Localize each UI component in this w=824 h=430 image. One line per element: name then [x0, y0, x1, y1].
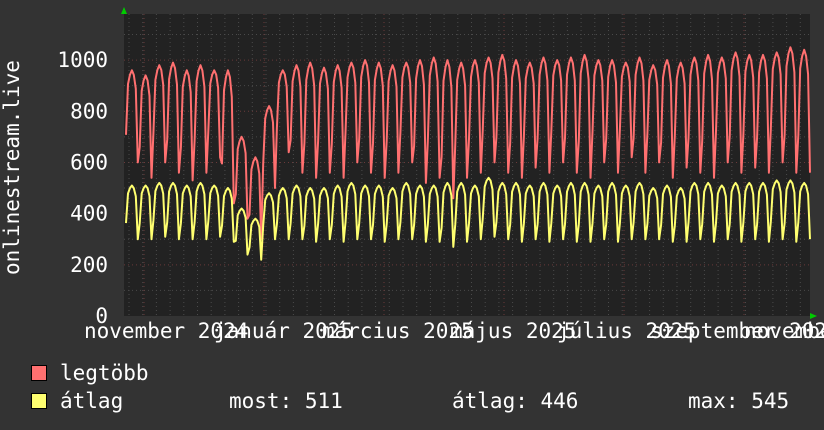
y-tick-label: 600: [70, 150, 108, 174]
y-tick-label: 1000: [57, 48, 108, 72]
legend-label-legtobb: legtöbb: [60, 361, 149, 385]
stat-most: most: 511: [229, 389, 343, 413]
x-tick-labels: november 2024január 2025március 2025máju…: [84, 319, 824, 343]
stat-atlag: átlag: 446: [452, 389, 579, 413]
legend-swatch-legtobb: [31, 365, 47, 381]
y-tick-labels: 02004006008001000: [57, 48, 108, 328]
x-tick-label: november 2025: [744, 319, 824, 343]
stat-max: max: 545: [688, 389, 790, 413]
y-tick-label: 800: [70, 99, 108, 123]
y-tick-label: 400: [70, 202, 108, 226]
legend-label-atlag: átlag: [60, 389, 124, 413]
y-axis-title: onlinestream.live: [0, 60, 24, 275]
y-axis-arrow-icon: [121, 7, 127, 14]
legend-swatch-atlag: [31, 393, 47, 409]
y-tick-label: 200: [70, 253, 108, 277]
